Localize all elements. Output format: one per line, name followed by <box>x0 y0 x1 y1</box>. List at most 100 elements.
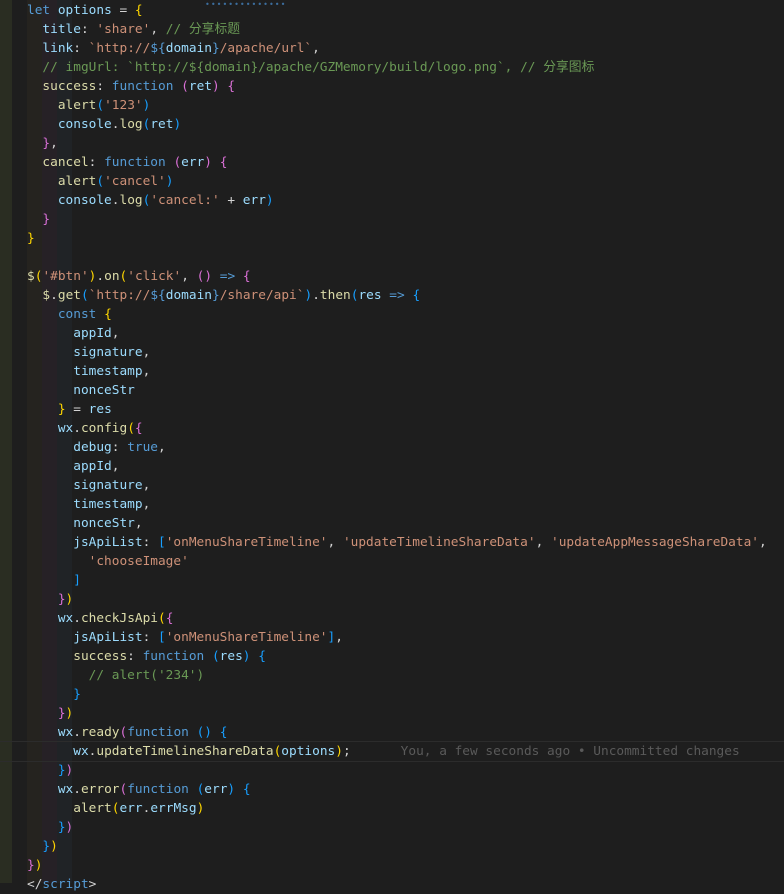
code-line[interactable]: // imgUrl: `http://${domain}/apache/GZMe… <box>27 58 784 77</box>
code-token: wx <box>57 782 74 797</box>
code-line[interactable]: wx.ready(function () { <box>27 723 784 742</box>
code-line[interactable]: } <box>27 210 784 229</box>
code-line[interactable]: alert('cancel') <box>27 172 784 191</box>
code-line[interactable]: signature, <box>27 343 784 362</box>
code-line[interactable]: </script> <box>27 875 784 894</box>
code-token: => <box>219 269 236 284</box>
code-token: } <box>42 136 51 151</box>
code-line[interactable]: wx.updateTimelineShareData(options); You,… <box>0 741 784 762</box>
code-line[interactable]: title: 'share', // 分享标题 <box>27 20 784 39</box>
code-token: , <box>150 22 166 37</box>
code-token: , <box>134 516 143 531</box>
code-token: { <box>242 782 251 797</box>
code-token: , <box>312 41 320 56</box>
code-token: () <box>196 269 213 284</box>
code-line[interactable]: signature, <box>27 476 784 495</box>
code-token: wx <box>57 725 74 740</box>
code-line[interactable]: appId, <box>27 457 784 476</box>
code-line[interactable]: wx.config({ <box>27 419 784 438</box>
code-line[interactable]: }) <box>27 590 784 609</box>
code-token: () <box>196 725 212 740</box>
code-token: res <box>219 649 243 664</box>
code-line[interactable]: }) <box>27 818 784 837</box>
code-line[interactable]: alert('123') <box>27 96 784 115</box>
code-line[interactable]: success: function (ret) { <box>27 77 784 96</box>
code-line[interactable]: alert(err.errMsg) <box>27 799 784 818</box>
code-line[interactable]: }) <box>27 856 784 875</box>
code-line[interactable]: success: function (res) { <box>27 647 784 666</box>
code-line[interactable]: }) <box>27 837 784 856</box>
code-line[interactable]: debug: true, <box>27 438 784 457</box>
code-token: jsApiList <box>73 630 143 645</box>
code-token: } <box>57 592 66 607</box>
code-token: , <box>142 345 151 360</box>
code-line[interactable]: } <box>27 685 784 704</box>
code-line[interactable]: const { <box>27 305 784 324</box>
code-line[interactable]: link: `http://${domain}/apache/url`, <box>27 39 784 58</box>
code-line[interactable] <box>27 248 784 267</box>
code-token: [ <box>158 630 166 645</box>
code-token: { <box>412 288 421 303</box>
code-token: err <box>242 193 266 208</box>
code-line[interactable]: nonceStr <box>27 381 784 400</box>
code-token: ) <box>65 763 74 778</box>
code-line[interactable]: nonceStr, <box>27 514 784 533</box>
code-token: script <box>42 877 89 892</box>
code-editor[interactable]: •••••••••••••• let options = { title: 's… <box>0 0 784 892</box>
code-line[interactable]: let options = { <box>27 1 784 20</box>
code-line[interactable]: cancel: function (err) { <box>27 153 784 172</box>
git-blame-annotation: You, a few seconds ago • Uncommitted cha… <box>400 744 740 759</box>
code-token: [ <box>158 535 166 550</box>
code-token: /apache/url` <box>219 41 313 56</box>
code-token: } <box>42 839 51 854</box>
code-token: , <box>181 269 197 284</box>
code-token: ) <box>65 820 74 835</box>
code-line[interactable]: jsApiList: ['onMenuShareTimeline', 'upda… <box>27 533 784 552</box>
code-line[interactable]: 'chooseImage' <box>27 552 784 571</box>
code-token: `http:// <box>88 41 151 56</box>
code-line[interactable]: }, <box>27 134 784 153</box>
code-line[interactable]: jsApiList: ['onMenuShareTimeline'], <box>27 628 784 647</box>
code-line[interactable]: appId, <box>27 324 784 343</box>
code-token: </ <box>27 877 43 892</box>
code-line[interactable]: $.get(`http://${domain}/share/api`).then… <box>27 286 784 305</box>
code-line[interactable]: timestamp, <box>27 362 784 381</box>
code-line[interactable]: console.log('cancel:' + err) <box>27 191 784 210</box>
code-line[interactable]: wx.checkJsApi({ <box>27 609 784 628</box>
code-line[interactable]: } = res <box>27 400 784 419</box>
code-token: 'updateAppMessageShareData' <box>550 535 760 550</box>
code-line[interactable]: $('#btn').on('click', () => { <box>27 267 784 286</box>
code-line[interactable]: console.log(ret) <box>27 115 784 134</box>
code-token: checkJsApi <box>80 611 159 626</box>
code-line[interactable]: wx.error(function (err) { <box>27 780 784 799</box>
code-token: ) <box>265 193 274 208</box>
code-token: error <box>80 782 120 797</box>
code-line[interactable]: }) <box>27 761 784 780</box>
code-token: { <box>219 725 228 740</box>
code-token: . <box>73 782 81 797</box>
code-line[interactable]: // alert('234') <box>27 666 784 685</box>
code-line[interactable]: ] <box>27 571 784 590</box>
code-token: '123' <box>104 98 143 113</box>
code-token: updateTimelineShareData <box>96 744 274 759</box>
code-token: ; <box>342 744 351 759</box>
code-lines[interactable]: let options = { title: 'share', // 分享标题 … <box>0 1 784 894</box>
code-line[interactable]: } <box>27 229 784 248</box>
code-line[interactable]: }) <box>27 704 784 723</box>
code-token: // 分享标题 <box>165 22 241 37</box>
code-line[interactable]: timestamp, <box>27 495 784 514</box>
code-token: , <box>158 440 166 455</box>
